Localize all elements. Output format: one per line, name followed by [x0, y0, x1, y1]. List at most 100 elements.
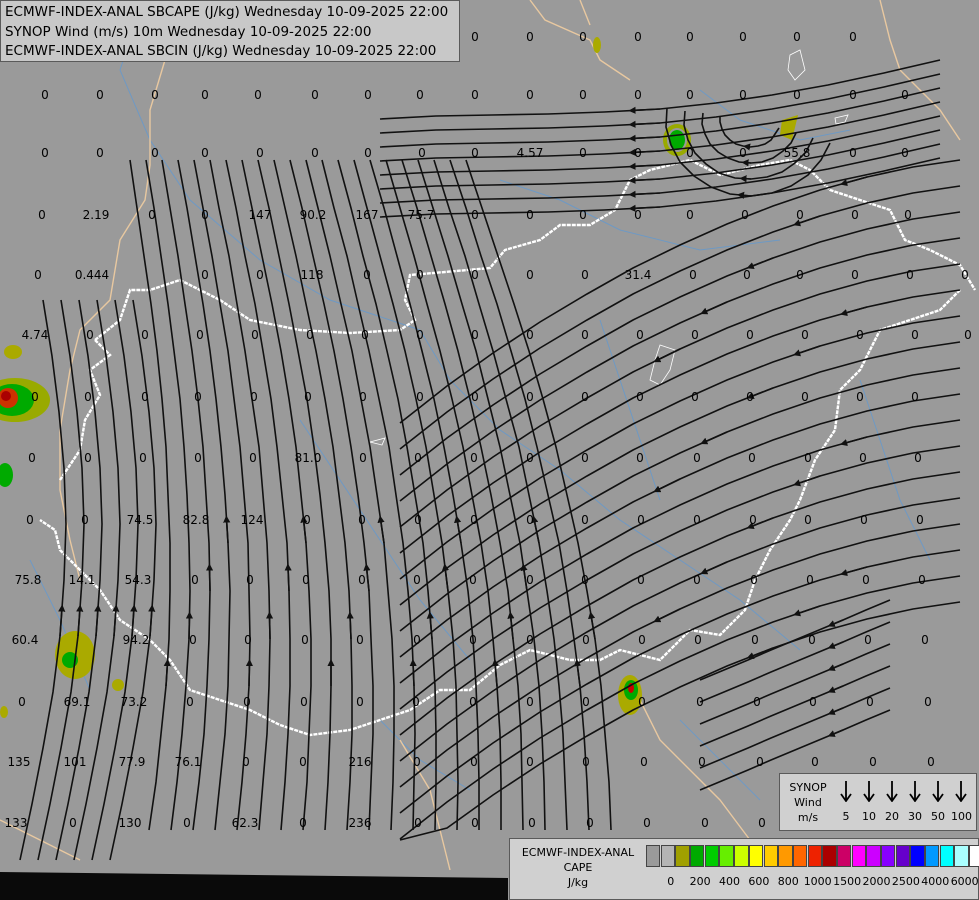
- cape-value-label: 0: [151, 146, 159, 160]
- cape-value-label: 0: [356, 695, 364, 709]
- cape-value-label: 0: [698, 755, 706, 769]
- cape-value-label: 0: [151, 88, 159, 102]
- wind-direction-arrow: [265, 611, 274, 640]
- cape-value-label: 0: [69, 816, 77, 830]
- cape-value-label: 0: [691, 328, 699, 342]
- cape-value-label: 0: [750, 573, 758, 587]
- cape-value-label: 0: [849, 146, 857, 160]
- cape-value-label: 0: [194, 451, 202, 465]
- cape-value-label: 0: [634, 30, 642, 44]
- cape-value-label: 0: [413, 633, 421, 647]
- cape-value-label: 0: [526, 695, 534, 709]
- cape-value-label: 124: [241, 513, 264, 527]
- cape-value-label: 0: [581, 573, 589, 587]
- wind-direction-arrow: [284, 563, 292, 592]
- cape-value-label: 0: [856, 390, 864, 404]
- cape-value-label: 0: [414, 451, 422, 465]
- cape-color-swatch: [646, 845, 661, 867]
- cape-value-label: 75.7: [408, 208, 435, 222]
- cape-value-label: 0: [914, 451, 922, 465]
- cape-value-label: 0: [201, 88, 209, 102]
- cape-value-label: 73.2: [121, 695, 148, 709]
- cape-value-label: 130: [119, 816, 142, 830]
- cape-value-label: 0: [964, 328, 972, 342]
- wind-legend-title-line: m/s: [797, 811, 819, 824]
- cape-value-label: 0: [748, 451, 756, 465]
- wind-direction-arrow: [245, 658, 254, 687]
- cape-value-label: 0: [636, 328, 644, 342]
- wind-legend-arrow-icon: [905, 780, 925, 802]
- cape-value-label: 0: [311, 88, 319, 102]
- cape-value-label: 69.1: [64, 695, 91, 709]
- cape-color-swatch: [866, 845, 881, 867]
- cape-value-label: 0: [918, 573, 926, 587]
- cape-value-label: 0: [249, 451, 257, 465]
- cape-scale-ticks: 0 200 400 600 800 1000 1500 2000 2500 4000 6000: [646, 875, 979, 889]
- cape-value-label: 0: [637, 573, 645, 587]
- cape-value-label: 0: [696, 695, 704, 709]
- cape-value-label: 236: [349, 816, 372, 830]
- title-line-wind: SYNOP Wind (m/s) 10m Wednesday 10-09-202…: [5, 23, 372, 40]
- cape-value-label: 0: [849, 30, 857, 44]
- cape-value-label: 0: [801, 390, 809, 404]
- cape-value-label: 0: [299, 816, 307, 830]
- cape-value-label: 0: [303, 513, 311, 527]
- cape-value-label: 0: [306, 328, 314, 342]
- cape-value-label: 0: [364, 88, 372, 102]
- cape-value-label: 82.8: [183, 513, 210, 527]
- cape-value-label: 0: [746, 390, 754, 404]
- cape-value-label: 0: [693, 513, 701, 527]
- cape-value-label: 0: [686, 88, 694, 102]
- cape-value-label: 0: [471, 390, 479, 404]
- cape-value-label: 0: [256, 146, 264, 160]
- cape-value-label: 0: [471, 88, 479, 102]
- cape-value-label: 0: [28, 451, 36, 465]
- cape-value-label: 0: [301, 633, 309, 647]
- cape-value-label: 0: [254, 88, 262, 102]
- wind-legend-value: 10: [862, 810, 876, 823]
- cape-value-label: 0: [526, 328, 534, 342]
- cape-value-label: 0: [413, 755, 421, 769]
- cape-value-label: 0: [808, 633, 816, 647]
- cape-scale-tick: 4000: [921, 875, 950, 888]
- cape-color-swatch: [778, 845, 793, 867]
- cape-color-swatch: [910, 845, 925, 867]
- cape-value-label: 0: [739, 146, 747, 160]
- cape-value-label: 0: [244, 633, 252, 647]
- cape-value-label: 0: [242, 755, 250, 769]
- cape-value-label: 55.8: [784, 146, 811, 160]
- cape-scale-tick: 1500: [833, 875, 862, 888]
- cape-value-label: 0: [581, 390, 589, 404]
- cape-value-label: 0.444: [75, 268, 109, 282]
- cape-value-label: 0: [470, 755, 478, 769]
- weather-map: 0 0 0 0 0 0 0 0 0 0 0 0 0 0 0 0 0 0 0 0 0 0 0 0 0 0 0 0 0 0 0 0 0 0 4.57 0 0…: [0, 0, 979, 900]
- cape-value-label: 0: [751, 633, 759, 647]
- cape-value-label: 0: [753, 695, 761, 709]
- cape-scale-tick: 2000: [862, 875, 891, 888]
- cape-value-label: 0: [191, 573, 199, 587]
- cape-value-label: 0: [686, 208, 694, 222]
- cape-value-label: 0: [469, 633, 477, 647]
- cape-value-label: 0: [851, 208, 859, 222]
- cape-value-label: 0: [470, 513, 478, 527]
- cape-value-label: 0: [416, 328, 424, 342]
- cape-value-label: 0: [358, 573, 366, 587]
- cape-value-label: 94.2: [123, 633, 150, 647]
- cape-color-scale: [646, 845, 979, 867]
- cape-scale-tick: 1000: [803, 875, 832, 888]
- cape-value-label: 0: [581, 268, 589, 282]
- cape-value-label: 0: [256, 268, 264, 282]
- cape-value-label: 0: [300, 695, 308, 709]
- cape-value-label: 0: [796, 208, 804, 222]
- cape-value-label: 0: [96, 88, 104, 102]
- cape-value-label: 0: [304, 390, 312, 404]
- cape-value-label: 0: [924, 695, 932, 709]
- cape-value-label: 0: [856, 328, 864, 342]
- cape-value-label: 0: [471, 816, 479, 830]
- cape-value-label: 0: [579, 30, 587, 44]
- title-line-cin: ECMWF-INDEX-ANAL SBCIN (J/kg) Wednesday …: [5, 43, 437, 59]
- cape-value-label: 0: [746, 328, 754, 342]
- cape-value-label: 167: [356, 208, 379, 222]
- cape-value-label: 0: [471, 146, 479, 160]
- cape-value-label: 0: [793, 30, 801, 44]
